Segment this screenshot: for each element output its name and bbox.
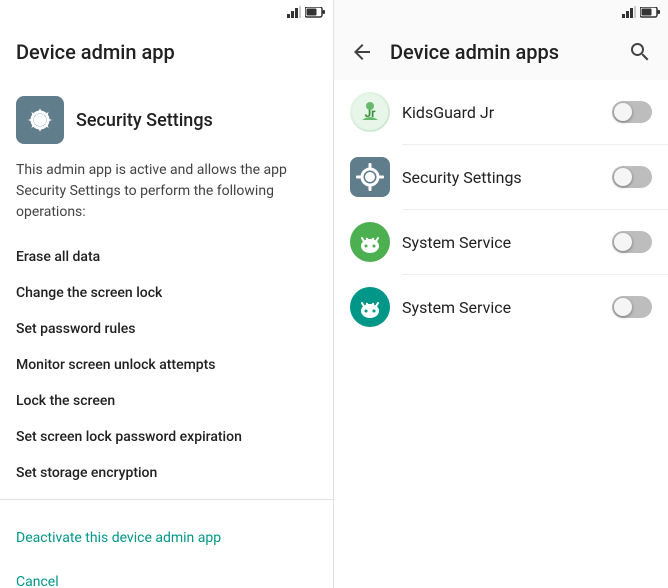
- security-settings-list-icon: [350, 157, 390, 197]
- system-service-1-toggle[interactable]: [612, 231, 652, 253]
- back-icon: [350, 40, 374, 64]
- app-item-security: Security Settings: [334, 145, 668, 209]
- kidsguard-logo: Jr: [352, 94, 388, 130]
- permission-storage-encryption: Set storage encryption: [16, 455, 317, 491]
- app-name: Security Settings: [76, 110, 213, 131]
- permission-erase: Erase all data: [16, 239, 317, 275]
- back-button[interactable]: [350, 40, 374, 64]
- permission-monitor-unlock: Monitor screen unlock attempts: [16, 347, 317, 383]
- divider-actions: [0, 499, 333, 500]
- search-button[interactable]: [628, 40, 652, 64]
- security-gear-icon: [356, 163, 384, 191]
- status-icons-right: [622, 6, 660, 18]
- status-icons-left: [287, 6, 325, 18]
- security-settings-toggle[interactable]: [612, 166, 652, 188]
- system-service-2-toggle-thumb: [614, 298, 632, 316]
- signal-icon: [287, 6, 301, 18]
- signal-icon-right: [622, 6, 636, 18]
- system-service-2-name: System Service: [402, 298, 600, 317]
- security-settings-list-name: Security Settings: [402, 168, 600, 187]
- app-item-kidsguard: Jr KidsGuard Jr: [334, 80, 668, 144]
- permission-password-expiration: Set screen lock password expiration: [16, 419, 317, 455]
- action-buttons: Deactivate this device admin app Cancel: [0, 508, 333, 588]
- battery-icon-right: [640, 7, 660, 18]
- android-icon-1: [352, 224, 388, 260]
- system-service-2-toggle[interactable]: [612, 296, 652, 318]
- security-settings-toggle-thumb: [614, 168, 632, 186]
- android-icon-2: [352, 289, 388, 325]
- right-panel: Device admin apps Jr KidsGuard Jr: [334, 0, 668, 588]
- right-panel-title: Device admin apps: [390, 40, 612, 64]
- search-icon: [628, 40, 652, 64]
- system-service-1-name: System Service: [402, 233, 600, 252]
- toolbar-right: Device admin apps: [334, 24, 668, 80]
- app-description: This admin app is active and allows the …: [0, 152, 333, 239]
- battery-icon-left: [305, 7, 325, 18]
- app-header: Security Settings: [0, 80, 333, 152]
- permission-lock-screen: Lock the screen: [16, 383, 317, 419]
- permissions-list: Erase all data Change the screen lock Se…: [0, 239, 333, 491]
- status-bar-right: [334, 0, 668, 24]
- kidsguard-name: KidsGuard Jr: [402, 103, 600, 122]
- system-service-1-icon: [350, 222, 390, 262]
- kidsguard-toggle[interactable]: [612, 101, 652, 123]
- app-title-left: Device admin app: [16, 40, 175, 64]
- cancel-button[interactable]: Cancel: [0, 560, 333, 588]
- permission-password-rules: Set password rules: [16, 311, 317, 347]
- deactivate-button[interactable]: Deactivate this device admin app: [0, 516, 333, 560]
- app-item-system-service-1: System Service: [334, 210, 668, 274]
- kidsguard-toggle-thumb: [614, 103, 632, 121]
- status-bar-left: [0, 0, 333, 24]
- kidsguard-icon: Jr: [350, 92, 390, 132]
- permission-change-lock: Change the screen lock: [16, 275, 317, 311]
- app-title-bar-left: Device admin app: [0, 24, 333, 80]
- security-settings-icon: [16, 96, 64, 144]
- system-service-1-toggle-thumb: [614, 233, 632, 251]
- system-service-2-icon: [350, 287, 390, 327]
- gear-icon: [25, 105, 55, 135]
- content-area-left: Security Settings This admin app is acti…: [0, 80, 333, 588]
- app-item-system-service-2: System Service: [334, 275, 668, 339]
- left-panel: Device admin app Secu: [0, 0, 334, 588]
- apps-list: Jr KidsGuard Jr: [334, 80, 668, 588]
